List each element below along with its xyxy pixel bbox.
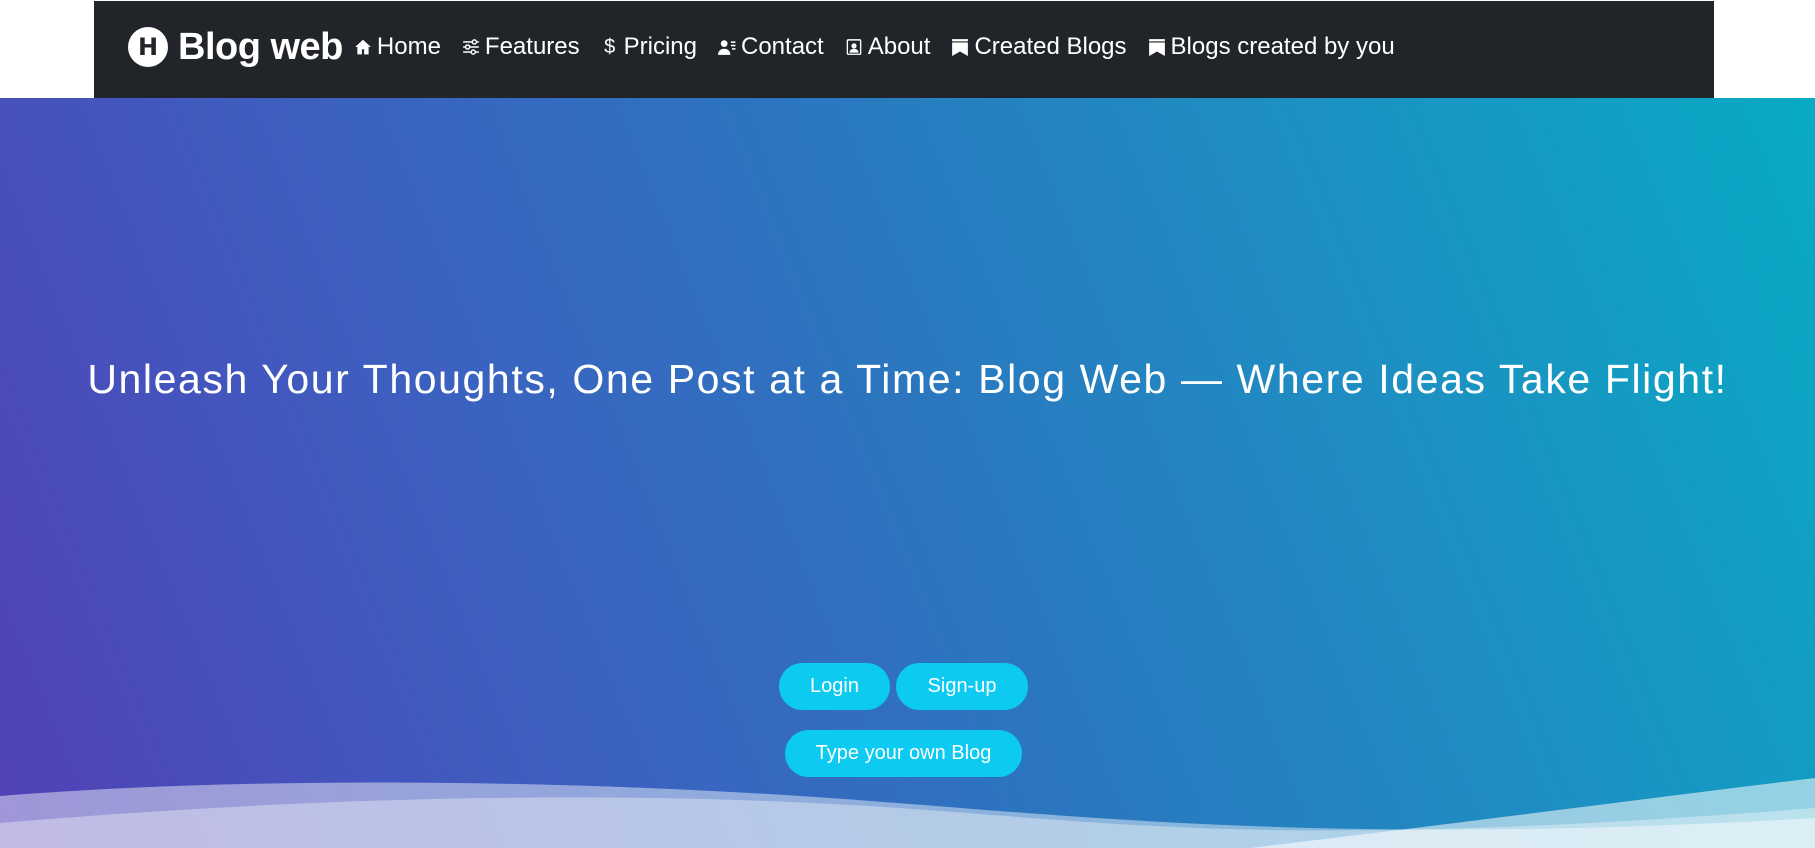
hero-section: Unleash Your Thoughts, One Post at a Tim… xyxy=(0,98,1815,848)
nav-item-label: Contact xyxy=(741,33,824,60)
bookmarks-icon xyxy=(950,36,970,58)
nav-item-blogs-created-by-you[interactable]: Blogs created by you xyxy=(1147,33,1395,61)
top-navbar: H Blog web Home Features $ Pricing Conta… xyxy=(94,1,1714,98)
home-icon xyxy=(353,36,373,58)
nav-item-features[interactable]: Features xyxy=(461,33,580,61)
brand-link[interactable]: H Blog web xyxy=(128,26,343,69)
decorative-wave xyxy=(0,778,1815,848)
nav-item-about[interactable]: About xyxy=(844,33,931,61)
nav-item-label: Blogs created by you xyxy=(1170,33,1395,60)
login-button[interactable]: Login xyxy=(779,663,890,710)
nav-item-label: Pricing xyxy=(623,33,697,60)
nav-item-contact[interactable]: Contact xyxy=(717,33,824,61)
person-lines-icon xyxy=(717,36,737,58)
sliders-icon xyxy=(461,36,481,58)
type-your-own-blog-button[interactable]: Type your own Blog xyxy=(785,730,1022,777)
h-logo-icon: H xyxy=(128,27,168,67)
nav-item-created-blogs[interactable]: Created Blogs xyxy=(950,33,1127,61)
nav-item-label: About xyxy=(867,33,931,60)
hero-title: Unleash Your Thoughts, One Post at a Tim… xyxy=(87,356,1728,402)
dollar-icon: $ xyxy=(604,35,616,58)
nav-item-label: Features xyxy=(484,33,580,60)
nav-item-home[interactable]: Home xyxy=(353,33,441,61)
person-badge-icon xyxy=(844,36,864,58)
brand-name: Blog web xyxy=(178,25,343,68)
bookmarks-icon xyxy=(1147,36,1167,58)
nav-item-label: Home xyxy=(376,33,441,60)
nav-item-pricing[interactable]: $ Pricing xyxy=(600,33,697,61)
nav-item-label: Created Blogs xyxy=(974,33,1127,60)
sign-up-button[interactable]: Sign-up xyxy=(896,663,1028,710)
